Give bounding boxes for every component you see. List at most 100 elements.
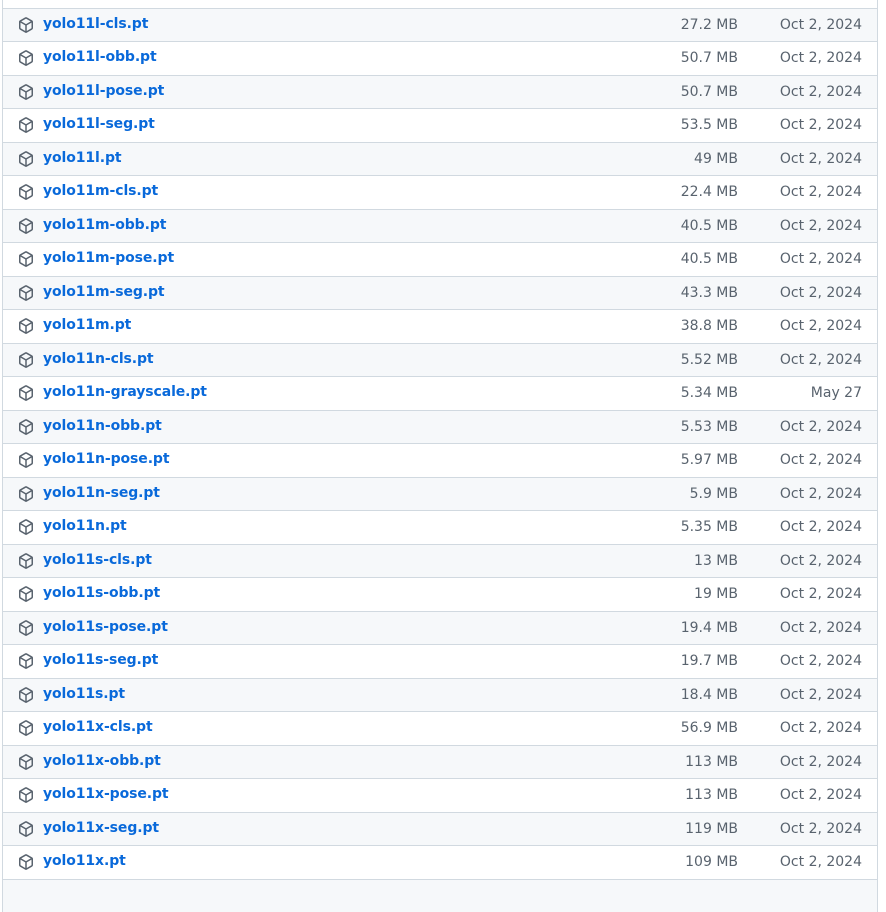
asset-row: yolo11s-obb.pt 19 MB Oct 2, 2024 [3, 577, 877, 611]
asset-download-link[interactable]: yolo11n-seg.pt [43, 485, 160, 501]
asset-date: Oct 2, 2024 [780, 653, 862, 669]
asset-size: 38.8 MB [681, 318, 738, 334]
asset-download-link[interactable]: yolo11m-cls.pt [43, 183, 158, 199]
asset-download-link[interactable]: yolo11l-seg.pt [43, 116, 155, 132]
asset-download-link[interactable]: yolo11l-obb.pt [43, 49, 157, 65]
asset-size: 19 MB [694, 586, 738, 602]
asset-row: yolo11m.pt 38.8 MB Oct 2, 2024 [3, 309, 877, 343]
package-icon [18, 285, 34, 301]
asset-download-link[interactable]: yolo11x-obb.pt [43, 753, 161, 769]
asset-date: Oct 2, 2024 [780, 452, 862, 468]
asset-date: Oct 2, 2024 [780, 486, 862, 502]
asset-size: 119 MB [685, 821, 738, 837]
asset-download-link[interactable]: yolo11l-pose.pt [43, 83, 164, 99]
asset-date: Oct 2, 2024 [780, 50, 862, 66]
package-icon [18, 251, 34, 267]
asset-row: yolo11x-seg.pt 119 MB Oct 2, 2024 [3, 812, 877, 846]
package-icon [18, 50, 34, 66]
asset-row: yolo11n-obb.pt 5.53 MB Oct 2, 2024 [3, 410, 877, 444]
asset-row: yolo11n-grayscale.pt 5.34 MB May 27 [3, 376, 877, 410]
asset-row: yolo11l-pose.pt 50.7 MB Oct 2, 2024 [3, 75, 877, 109]
asset-row: yolo11s-pose.pt 19.4 MB Oct 2, 2024 [3, 611, 877, 645]
package-icon [18, 854, 34, 870]
asset-row: yolo11l-cls.pt 27.2 MB Oct 2, 2024 [3, 8, 877, 42]
asset-size: 49 MB [694, 151, 738, 167]
package-icon [18, 419, 34, 435]
release-assets-list: yolo11l-cls.pt 27.2 MB Oct 2, 2024 yolo1… [2, 0, 878, 912]
asset-date: Oct 2, 2024 [780, 687, 862, 703]
asset-download-link[interactable]: yolo11m.pt [43, 317, 131, 333]
asset-download-link[interactable]: yolo11m-seg.pt [43, 284, 165, 300]
asset-row: yolo11s-cls.pt 13 MB Oct 2, 2024 [3, 544, 877, 578]
asset-size: 5.53 MB [681, 419, 738, 435]
asset-download-link[interactable]: yolo11x-pose.pt [43, 786, 169, 802]
asset-row: yolo11x-pose.pt 113 MB Oct 2, 2024 [3, 778, 877, 812]
package-icon [18, 653, 34, 669]
asset-row [3, 879, 877, 912]
package-icon [18, 787, 34, 803]
asset-row: yolo11n-seg.pt 5.9 MB Oct 2, 2024 [3, 477, 877, 511]
asset-size: 18.4 MB [681, 687, 738, 703]
asset-date: Oct 2, 2024 [780, 17, 862, 33]
package-icon [18, 17, 34, 33]
asset-row: yolo11s.pt 18.4 MB Oct 2, 2024 [3, 678, 877, 712]
asset-row [3, 0, 877, 8]
asset-date: Oct 2, 2024 [780, 84, 862, 100]
asset-download-link[interactable]: yolo11s-seg.pt [43, 652, 158, 668]
asset-date: Oct 2, 2024 [780, 754, 862, 770]
asset-download-link[interactable]: yolo11n-cls.pt [43, 351, 153, 367]
asset-row: yolo11l.pt 49 MB Oct 2, 2024 [3, 142, 877, 176]
asset-download-link[interactable]: yolo11l-cls.pt [43, 16, 148, 32]
asset-size: 27.2 MB [681, 17, 738, 33]
asset-row: yolo11n-cls.pt 5.52 MB Oct 2, 2024 [3, 343, 877, 377]
asset-row: yolo11l-seg.pt 53.5 MB Oct 2, 2024 [3, 108, 877, 142]
package-icon [18, 821, 34, 837]
asset-date: Oct 2, 2024 [780, 285, 862, 301]
asset-download-link[interactable]: yolo11s-obb.pt [43, 585, 160, 601]
asset-row: yolo11m-obb.pt 40.5 MB Oct 2, 2024 [3, 209, 877, 243]
asset-size: 113 MB [685, 787, 738, 803]
asset-date: Oct 2, 2024 [780, 218, 862, 234]
package-icon [18, 84, 34, 100]
asset-size: 19.7 MB [681, 653, 738, 669]
asset-date: Oct 2, 2024 [780, 854, 862, 870]
asset-size: 5.35 MB [681, 519, 738, 535]
asset-download-link[interactable]: yolo11s-cls.pt [43, 552, 152, 568]
asset-download-link[interactable]: yolo11l.pt [43, 150, 121, 166]
asset-download-link[interactable]: yolo11x.pt [43, 853, 126, 869]
package-icon [18, 452, 34, 468]
asset-row: yolo11x-obb.pt 113 MB Oct 2, 2024 [3, 745, 877, 779]
asset-download-link[interactable]: yolo11n-obb.pt [43, 418, 162, 434]
asset-download-link[interactable]: yolo11s.pt [43, 686, 125, 702]
asset-size: 40.5 MB [681, 218, 738, 234]
asset-date: Oct 2, 2024 [780, 519, 862, 535]
asset-row: yolo11s-seg.pt 19.7 MB Oct 2, 2024 [3, 644, 877, 678]
asset-date: Oct 2, 2024 [780, 586, 862, 602]
asset-size: 19.4 MB [681, 620, 738, 636]
asset-date: Oct 2, 2024 [780, 352, 862, 368]
asset-download-link[interactable]: yolo11n-grayscale.pt [43, 384, 207, 400]
package-icon [18, 218, 34, 234]
asset-row: yolo11x-cls.pt 56.9 MB Oct 2, 2024 [3, 711, 877, 745]
asset-download-link[interactable]: yolo11n.pt [43, 518, 127, 534]
asset-row: yolo11x.pt 109 MB Oct 2, 2024 [3, 845, 877, 879]
asset-download-link[interactable]: yolo11n-pose.pt [43, 451, 169, 467]
asset-download-link[interactable]: yolo11s-pose.pt [43, 619, 168, 635]
asset-download-link[interactable]: yolo11x-seg.pt [43, 820, 159, 836]
package-icon [18, 151, 34, 167]
asset-date: Oct 2, 2024 [780, 419, 862, 435]
asset-size: 50.7 MB [681, 84, 738, 100]
asset-date: Oct 2, 2024 [780, 151, 862, 167]
package-icon [18, 754, 34, 770]
asset-row: yolo11n.pt 5.35 MB Oct 2, 2024 [3, 510, 877, 544]
asset-download-link[interactable]: yolo11m-pose.pt [43, 250, 174, 266]
package-icon [18, 486, 34, 502]
asset-download-link[interactable]: yolo11x-cls.pt [43, 719, 153, 735]
asset-download-link[interactable]: yolo11m-obb.pt [43, 217, 166, 233]
asset-date: Oct 2, 2024 [780, 620, 862, 636]
asset-row: yolo11m-pose.pt 40.5 MB Oct 2, 2024 [3, 242, 877, 276]
package-icon [18, 553, 34, 569]
asset-size: 109 MB [685, 854, 738, 870]
asset-size: 56.9 MB [681, 720, 738, 736]
asset-row: yolo11m-seg.pt 43.3 MB Oct 2, 2024 [3, 276, 877, 310]
